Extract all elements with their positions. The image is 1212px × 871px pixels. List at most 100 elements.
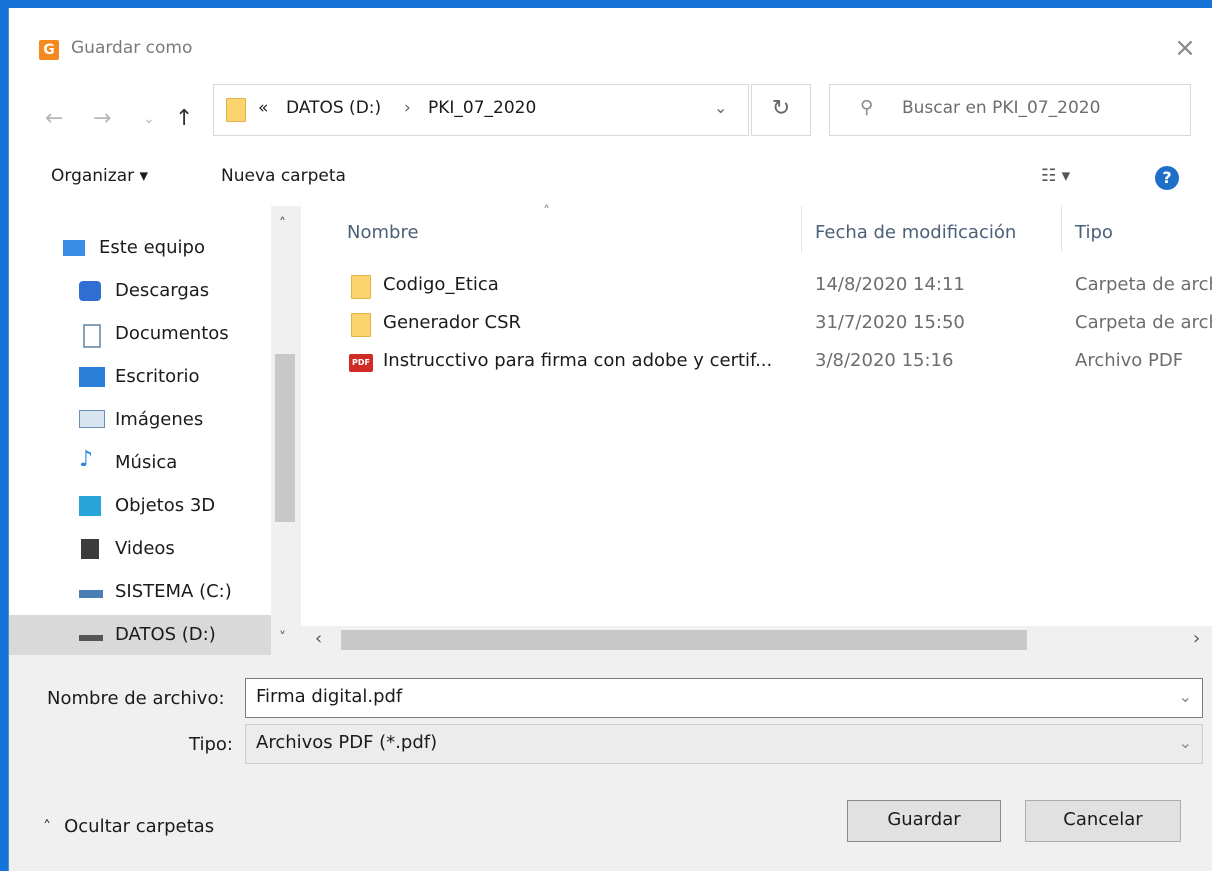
cancel-button[interactable]: Cancelar <box>1025 800 1181 842</box>
document-icon <box>83 324 101 348</box>
scrollbar-thumb[interactable] <box>275 354 295 522</box>
filename-value: Firma digital.pdf <box>256 686 403 707</box>
refresh-button[interactable]: ↻ <box>751 84 811 136</box>
search-icon: ⚲ <box>860 97 874 118</box>
breadcrumb-overflow[interactable]: « <box>258 98 268 118</box>
sidebar-scrollbar[interactable]: ˄ ˅ <box>271 206 299 654</box>
title-bar: G Guardar como × <box>9 8 1212 84</box>
save-as-dialog: G Guardar como × ← → ⌄ ↑ « DATOS (D:) › … <box>8 8 1212 871</box>
pdf-icon: PDF <box>349 354 373 372</box>
chevron-up-icon: ˄ <box>43 817 51 836</box>
file-row[interactable]: Codigo_Etica 14/8/2020 14:11 Carpeta de … <box>301 268 1212 304</box>
scroll-up-button[interactable]: ˄ <box>279 216 286 232</box>
column-header-name[interactable]: Nombre <box>347 222 419 243</box>
videos-icon <box>81 539 99 559</box>
file-type-label: Tipo: <box>189 734 233 755</box>
folder-icon <box>226 98 246 122</box>
file-date: 3/8/2020 15:16 <box>815 350 954 371</box>
navigation-pane: Este equipo Descargas Documentos Escrito… <box>9 206 299 655</box>
command-toolbar: Organizar ▾ Nueva carpeta ☷ ▾ ? <box>9 152 1212 206</box>
help-icon[interactable]: ? <box>1155 166 1179 190</box>
filename-label: Nombre de archivo: <box>47 688 225 709</box>
view-options-button[interactable]: ☷ ▾ <box>1041 166 1070 186</box>
file-type: Archivo PDF <box>1075 350 1184 371</box>
desktop-icon <box>79 367 105 387</box>
sidebar-item-label: Este equipo <box>99 237 205 258</box>
chevron-down-icon: ⌄ <box>1178 733 1192 752</box>
sidebar-item-imagenes[interactable]: Imágenes <box>9 400 271 440</box>
breadcrumb-folder[interactable]: PKI_07_2020 <box>428 98 536 118</box>
organize-menu[interactable]: Organizar ▾ <box>51 166 148 186</box>
save-button[interactable]: Guardar <box>847 800 1001 842</box>
column-header-date[interactable]: Fecha de modificación <box>815 222 1016 243</box>
file-type: Carpeta de arch <box>1075 274 1212 295</box>
sidebar-item-este-equipo[interactable]: Este equipo <box>9 228 271 268</box>
up-folder-button[interactable]: ↑ <box>175 108 193 130</box>
breadcrumb-separator: › <box>404 98 411 118</box>
file-type: Carpeta de arch <box>1075 312 1212 333</box>
recent-locations-button[interactable]: ⌄ <box>143 108 155 130</box>
sidebar-item-label: Objetos 3D <box>115 495 216 516</box>
sidebar-item-label: Videos <box>115 538 175 559</box>
3d-objects-icon <box>79 496 101 516</box>
file-list: ˄ Nombre Fecha de modificación Tipo Codi… <box>301 204 1212 654</box>
pictures-icon <box>79 410 105 428</box>
close-button[interactable]: × <box>1167 30 1203 66</box>
folder-icon <box>351 313 371 337</box>
sidebar-item-label: Imágenes <box>115 409 204 430</box>
folder-icon <box>351 275 371 299</box>
column-divider <box>1061 206 1062 252</box>
download-icon <box>79 281 101 301</box>
navigation-bar: ← → ⌄ ↑ « DATOS (D:) › PKI_07_2020 ⌄ ↻ ⚲… <box>9 84 1212 152</box>
address-bar[interactable]: « DATOS (D:) › PKI_07_2020 ⌄ <box>213 84 749 136</box>
sidebar-item-datos-d[interactable]: DATOS (D:) <box>9 615 271 655</box>
refresh-icon: ↻ <box>771 96 791 121</box>
new-folder-button[interactable]: Nueva carpeta <box>221 166 346 186</box>
file-row[interactable]: Generador CSR 31/7/2020 15:50 Carpeta de… <box>301 306 1212 342</box>
file-name: Instrucctivo para firma con adobe y cert… <box>383 350 773 371</box>
hide-folders-toggle[interactable]: ˄ Ocultar carpetas <box>43 816 214 837</box>
drive-icon <box>79 590 103 598</box>
music-icon: ♪ <box>79 447 94 472</box>
breadcrumb-drive[interactable]: DATOS (D:) <box>286 98 381 118</box>
sidebar-item-label: SISTEMA (C:) <box>115 581 232 602</box>
sidebar-item-label: Música <box>115 452 178 473</box>
sidebar-item-label: DATOS (D:) <box>115 624 216 645</box>
file-type-select[interactable]: Archivos PDF (*.pdf) ⌄ <box>245 724 1203 764</box>
forward-button[interactable]: → <box>93 108 111 130</box>
chevron-down-icon[interactable]: ⌄ <box>1179 687 1192 706</box>
back-button[interactable]: ← <box>45 108 63 130</box>
sidebar-item-escritorio[interactable]: Escritorio <box>9 357 271 397</box>
search-placeholder: Buscar en PKI_07_2020 <box>902 98 1101 118</box>
scroll-down-button[interactable]: ˅ <box>279 630 286 646</box>
file-date: 14/8/2020 14:11 <box>815 274 965 295</box>
sort-indicator-icon: ˄ <box>543 204 550 220</box>
sidebar-item-videos[interactable]: Videos <box>9 529 271 569</box>
drive-icon <box>79 635 103 641</box>
sidebar-item-objetos-3d[interactable]: Objetos 3D <box>9 486 271 526</box>
sidebar-item-sistema-c[interactable]: SISTEMA (C:) <box>9 572 271 612</box>
column-header-type[interactable]: Tipo <box>1075 222 1113 243</box>
scroll-left-button[interactable]: ‹ <box>315 628 322 649</box>
sidebar-item-label: Escritorio <box>115 366 200 387</box>
file-name: Codigo_Etica <box>383 274 499 295</box>
file-type-value: Archivos PDF (*.pdf) <box>256 732 438 753</box>
file-list-scrollbar[interactable]: ‹ › <box>301 626 1212 654</box>
file-date: 31/7/2020 15:50 <box>815 312 965 333</box>
hide-folders-label: Ocultar carpetas <box>64 816 215 837</box>
scroll-right-button[interactable]: › <box>1193 628 1200 649</box>
dialog-title: Guardar como <box>71 38 193 58</box>
sidebar-item-descargas[interactable]: Descargas <box>9 271 271 311</box>
scrollbar-thumb[interactable] <box>341 630 1027 650</box>
computer-icon <box>63 240 85 256</box>
search-box[interactable]: ⚲ Buscar en PKI_07_2020 <box>829 84 1191 136</box>
sidebar-item-label: Documentos <box>115 323 229 344</box>
sidebar-item-documentos[interactable]: Documentos <box>9 314 271 354</box>
file-row[interactable]: PDF Instrucctivo para firma con adobe y … <box>301 344 1212 380</box>
sidebar-item-musica[interactable]: ♪ Música <box>9 443 271 483</box>
filename-input[interactable]: Firma digital.pdf ⌄ <box>245 678 1203 718</box>
chevron-down-icon[interactable]: ⌄ <box>714 98 727 117</box>
file-name: Generador CSR <box>383 312 521 333</box>
sidebar-item-label: Descargas <box>115 280 210 301</box>
app-logo-icon: G <box>39 40 59 60</box>
